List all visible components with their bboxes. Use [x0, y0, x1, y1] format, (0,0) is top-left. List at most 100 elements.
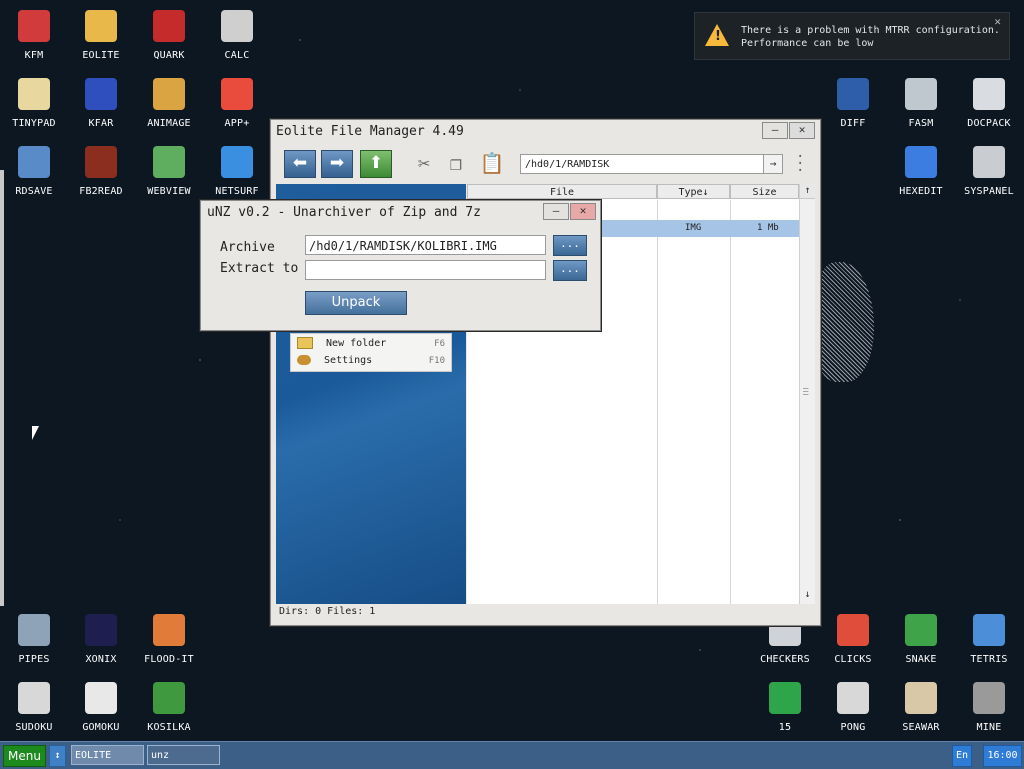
desktop-icon-app-[interactable]: APP+: [203, 78, 271, 129]
desktop-icon-hexedit[interactable]: HEXEDIT: [887, 146, 955, 197]
desktop-icon-label: 15: [778, 722, 792, 733]
unz-dialog: uNZ v0.2 - Unarchiver of Zip and 7z — ✕ …: [200, 200, 601, 331]
desktop-icon-xonix[interactable]: XONIX: [67, 614, 135, 665]
desktop-icon-label: ANIMAGE: [147, 118, 191, 129]
kfar-icon: [85, 78, 117, 110]
extract-label: Extract to: [220, 261, 299, 276]
path-text: /hd0/1/RAMDISK: [525, 159, 610, 170]
column-type[interactable]: Type↓: [657, 184, 730, 199]
kfm-icon: [18, 10, 50, 42]
pipes-icon: [18, 614, 50, 646]
desktop-icon-webview[interactable]: WEBVIEW: [135, 146, 203, 197]
fm-minimize-button[interactable]: —: [762, 122, 788, 139]
archive-browse-button[interactable]: ...: [553, 235, 587, 256]
fm-close-button[interactable]: ✕: [789, 122, 815, 139]
up-folder-icon[interactable]: ⬆: [360, 150, 392, 178]
desktop-icon-syspanel[interactable]: SYSPANEL: [955, 146, 1023, 197]
desktop-icon-label: RDSAVE: [15, 186, 53, 197]
path-go-icon[interactable]: →: [763, 155, 782, 173]
desktop-icon-label: KOSILKA: [147, 722, 191, 733]
desktop-icon-diff[interactable]: DIFF: [819, 78, 887, 129]
cut-icon[interactable]: ✂: [411, 150, 437, 176]
desktop-icon-label: CALC: [224, 50, 250, 61]
notification-line1: There is a problem with MTRR configurati…: [741, 25, 1000, 36]
tetris-icon: [973, 614, 1005, 646]
docpack-icon: [973, 78, 1005, 110]
menu-item-new-folder[interactable]: New folder F6: [297, 336, 447, 352]
task-unz[interactable]: unz: [147, 745, 220, 765]
desktop-icon-gomoku[interactable]: GOMOKU: [67, 682, 135, 733]
desktop-icon-sudoku[interactable]: SUDOKU: [0, 682, 68, 733]
desktop-icon-eolite[interactable]: EOLITE: [67, 10, 135, 61]
fm-toolbar: ⬅ ➡ ⬆ ✂ ❐ 📋 /hd0/1/RAMDISK → · · ·: [271, 146, 820, 182]
paste-icon[interactable]: 📋: [479, 150, 505, 176]
desktop-icon-pong[interactable]: PONG: [819, 682, 887, 733]
task-eolite[interactable]: EOLITE: [71, 745, 144, 765]
desktop-icon-flood-it[interactable]: FLOOD-IT: [135, 614, 203, 665]
column-size[interactable]: Size: [730, 184, 799, 199]
mtrr-notification[interactable]: ! There is a problem with MTRR configura…: [694, 12, 1010, 60]
extract-browse-button[interactable]: ...: [553, 260, 587, 281]
unz-close-button[interactable]: ✕: [570, 203, 596, 220]
scroll-down-icon[interactable]: ↓: [800, 588, 815, 602]
menu-button[interactable]: Menu: [3, 745, 46, 767]
fm-titlebar[interactable]: Eolite File Manager 4.49 — ✕: [271, 120, 820, 144]
forward-arrow-icon[interactable]: ➡: [321, 150, 353, 178]
scroll-up-icon[interactable]: ↑: [800, 184, 815, 199]
desktop-icon-docpack[interactable]: DOCPACK: [955, 78, 1023, 129]
desktop-icon-fb2read[interactable]: FB2READ: [67, 146, 135, 197]
desktop-icon-netsurf[interactable]: NETSURF: [203, 146, 271, 197]
desktop-icon-label: WEBVIEW: [147, 186, 191, 197]
desktop-icon-kfm[interactable]: KFM: [0, 10, 68, 61]
path-input[interactable]: /hd0/1/RAMDISK →: [520, 154, 783, 174]
quark-icon: [153, 10, 185, 42]
notification-close-icon[interactable]: ✕: [994, 15, 1001, 28]
back-arrow-icon[interactable]: ⬅: [284, 150, 316, 178]
desktop-icon-seawar[interactable]: SEAWAR: [887, 682, 955, 733]
desktop-icon-animage[interactable]: ANIMAGE: [135, 78, 203, 129]
background-decoration: [814, 262, 874, 382]
desktop-icon-label: DIFF: [840, 118, 866, 129]
fm-title: Eolite File Manager 4.49: [276, 124, 464, 139]
scroll-thumb[interactable]: — — —: [803, 385, 811, 400]
more-menu-icon[interactable]: · · ·: [796, 150, 804, 178]
taskbar: Menu ↕ EOLITE unz En 16:00: [0, 741, 1024, 769]
desktop-icon-quark[interactable]: QUARK: [135, 10, 203, 61]
desktop-icon-calc[interactable]: CALC: [203, 10, 271, 61]
desktop-icon-label: SNAKE: [905, 654, 937, 665]
seawar-icon: [905, 682, 937, 714]
taskbar-switch-icon[interactable]: ↕: [49, 745, 66, 767]
archive-input[interactable]: /hd0/1/RAMDISK/KOLIBRI.IMG: [305, 235, 546, 255]
desktop-icon-snake[interactable]: SNAKE: [887, 614, 955, 665]
desktop-icon-kosilka[interactable]: KOSILKA: [135, 682, 203, 733]
desktop-icon-rdsave[interactable]: RDSAVE: [0, 146, 68, 197]
desktop-icon-clicks[interactable]: CLICKS: [819, 614, 887, 665]
desktop-icon-fasm[interactable]: FASM: [887, 78, 955, 129]
copy-icon[interactable]: ❐: [443, 150, 469, 176]
desktop-icon-tinypad[interactable]: TINYPAD: [0, 78, 68, 129]
language-indicator[interactable]: En: [952, 745, 972, 767]
unz-minimize-button[interactable]: —: [543, 203, 569, 220]
animage-icon: [153, 78, 185, 110]
desktop-icon-label: SEAWAR: [902, 722, 940, 733]
column-separator: [730, 200, 731, 604]
snake-icon: [905, 614, 937, 646]
extract-input[interactable]: [305, 260, 546, 280]
clock[interactable]: 16:00: [983, 745, 1022, 767]
netsurf-icon: [221, 146, 253, 178]
unpack-button[interactable]: Unpack: [305, 291, 407, 315]
fm-scrollbar[interactable]: ↑ — — — ↓: [799, 184, 815, 604]
gear-icon: [297, 355, 311, 365]
desktop-icon-kfar[interactable]: KFAR: [67, 78, 135, 129]
column-separator: [657, 200, 658, 604]
desktop-icon-label: TINYPAD: [12, 118, 56, 129]
desktop-icon-label: PIPES: [18, 654, 50, 665]
menu-item-settings[interactable]: Settings F10: [297, 353, 447, 369]
desktop-icon-mine[interactable]: MINE: [955, 682, 1023, 733]
desktop-icon-tetris[interactable]: TETRIS: [955, 614, 1023, 665]
desktop-icon-pipes[interactable]: PIPES: [0, 614, 68, 665]
warning-icon: !: [705, 24, 729, 46]
desktop-icon-label: FB2READ: [79, 186, 123, 197]
desktop-icon-15[interactable]: 15: [751, 682, 819, 733]
column-file[interactable]: File: [467, 184, 657, 199]
